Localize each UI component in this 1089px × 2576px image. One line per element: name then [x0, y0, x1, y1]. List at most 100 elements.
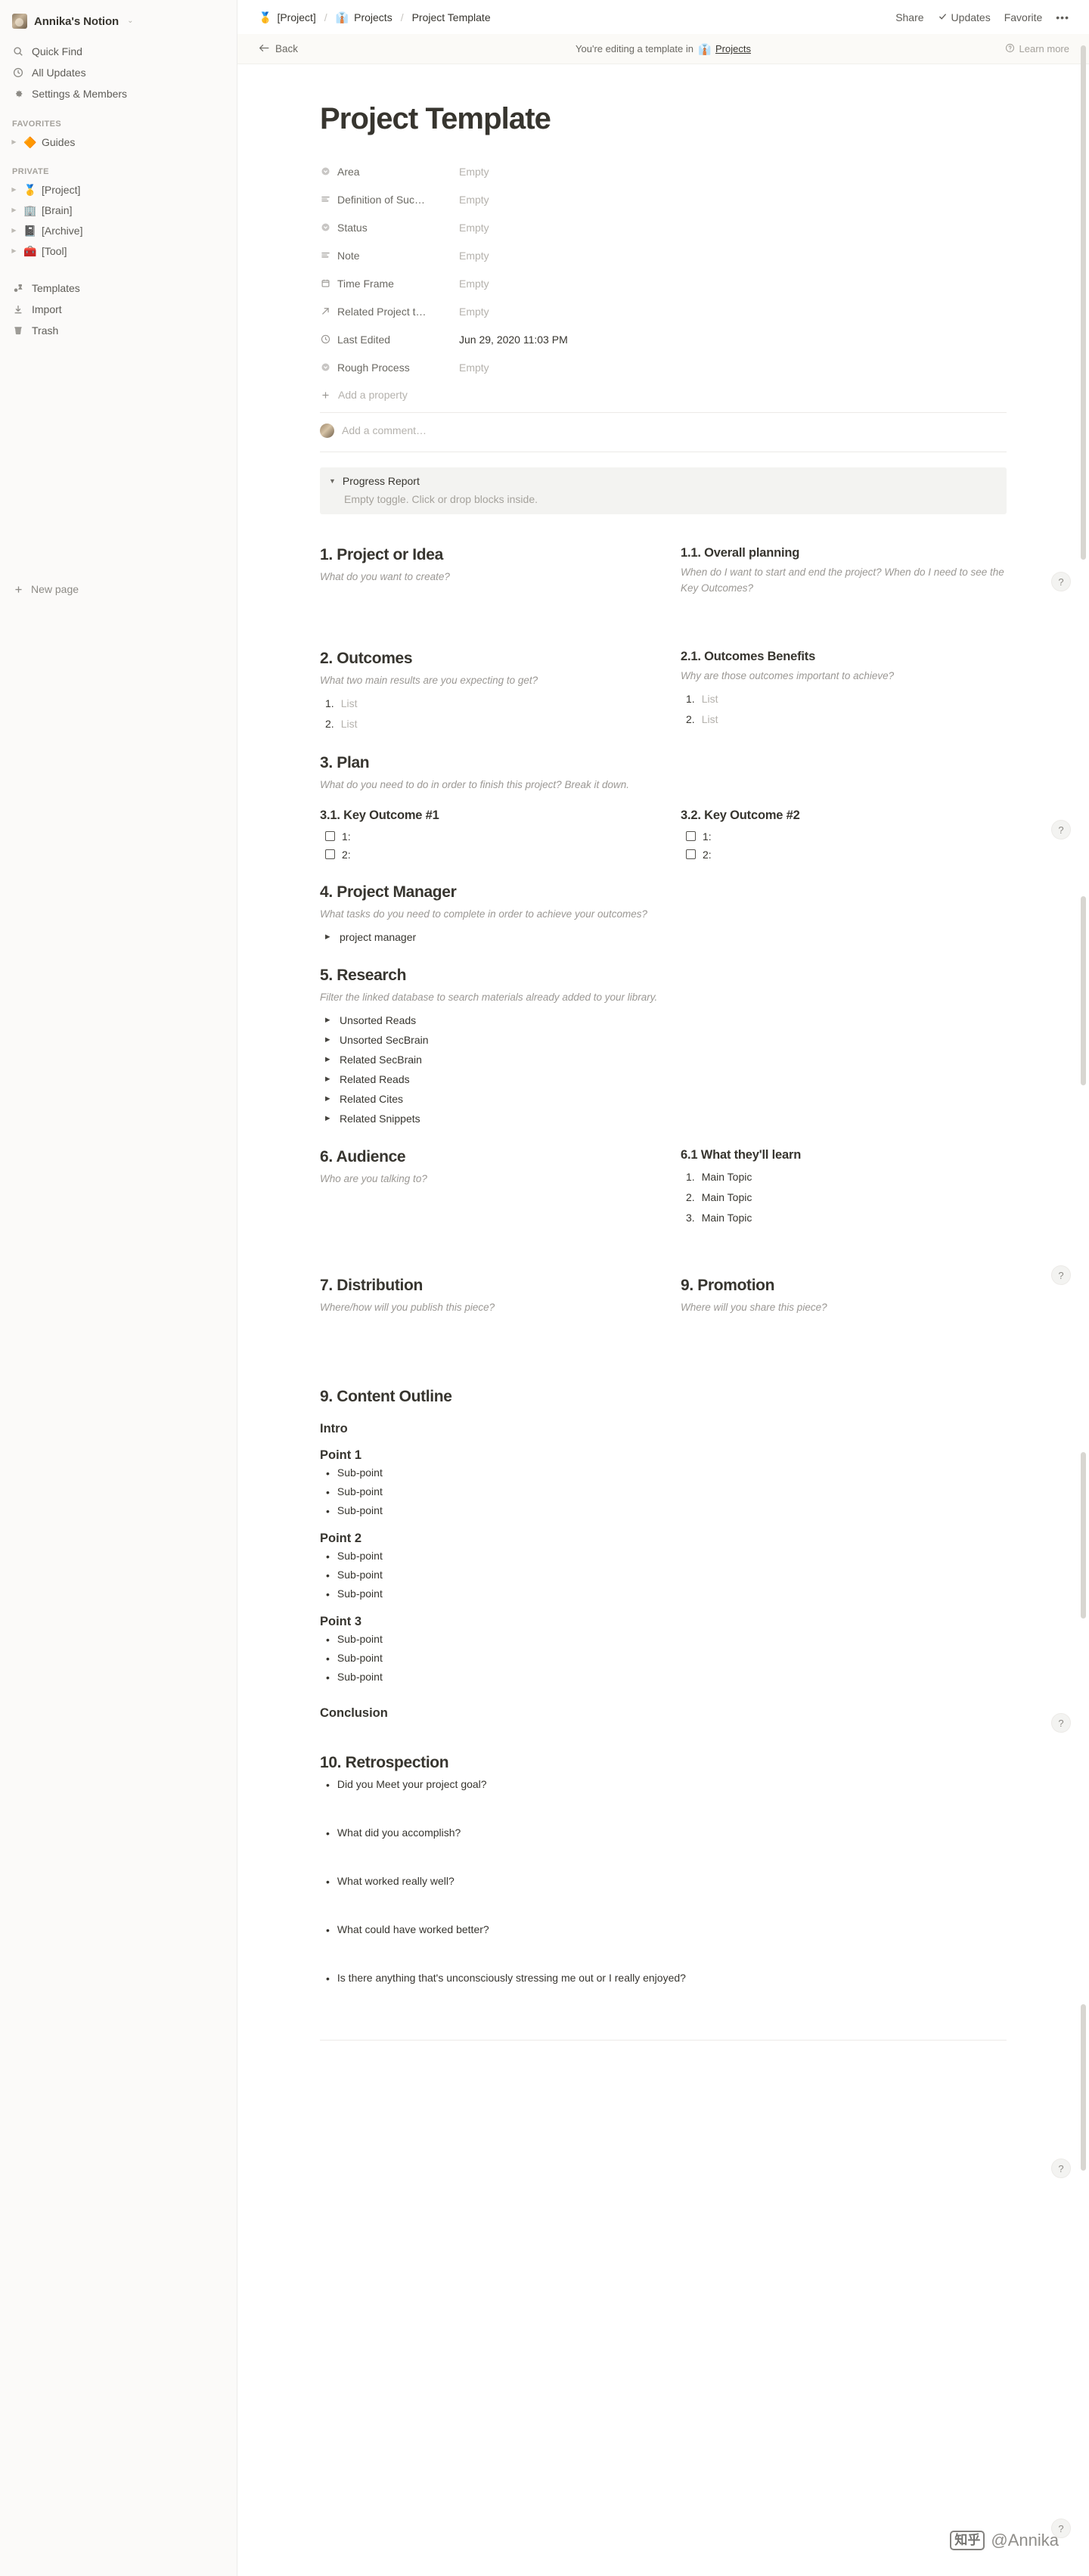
chevron-right-icon[interactable]: ▶	[325, 1056, 332, 1063]
list-item[interactable]: • Did you Meet your project goal?	[320, 1778, 1007, 1826]
list-item[interactable]: 2. Main Topic	[681, 1187, 1007, 1208]
help-button[interactable]: ?	[1051, 1713, 1071, 1733]
list-item[interactable]: • Sub-point	[326, 1566, 1007, 1585]
more-options-icon[interactable]: •••	[1056, 11, 1069, 23]
toggle-header[interactable]: ▼ Progress Report	[329, 475, 997, 487]
list-item[interactable]: • Sub-point	[326, 1464, 1007, 1483]
sidebar-item-tool[interactable]: ▶ 🧰 [Tool]	[0, 241, 237, 261]
property-row-status[interactable]: Status Empty	[320, 213, 1007, 241]
progress-report-toggle-block[interactable]: ▼ Progress Report Empty toggle. Click or…	[320, 467, 1007, 514]
sidebar-item-templates[interactable]: Templates	[0, 278, 237, 299]
property-row-definition-of-success[interactable]: Definition of Suc… Empty	[320, 185, 1007, 213]
toggle-item-unsorted-reads[interactable]: ▶ Unsorted Reads	[320, 1010, 1007, 1030]
help-button[interactable]: ?	[1051, 2159, 1071, 2178]
chevron-right-icon[interactable]: ▶	[10, 186, 18, 193]
scrollbar-thumb[interactable]	[1081, 1452, 1086, 1619]
list-item[interactable]: 1. List	[320, 694, 646, 714]
property-row-last-edited[interactable]: Last Edited Jun 29, 2020 11:03 PM	[320, 325, 1007, 353]
list-item[interactable]: • Sub-point	[326, 1483, 1007, 1502]
page-title[interactable]: Project Template	[320, 102, 1007, 136]
chevron-right-icon[interactable]: ▶	[10, 206, 18, 213]
property-value[interactable]: Empty	[453, 278, 489, 290]
chevron-right-icon[interactable]: ▶	[325, 1075, 332, 1082]
list-item[interactable]: • What worked really well?	[320, 1875, 1007, 1923]
breadcrumb-project[interactable]: 🥇 [Project]	[259, 11, 316, 23]
toggle-item-related-snippets[interactable]: ▶ Related Snippets	[320, 1109, 1007, 1128]
todo-item[interactable]: 1:	[681, 827, 1007, 846]
sidebar-item-project[interactable]: ▶ 🥇 [Project]	[0, 179, 237, 200]
todo-item[interactable]: 1:	[320, 827, 646, 846]
chevron-down-icon[interactable]: ▼	[329, 477, 336, 485]
property-row-time-frame[interactable]: Time Frame Empty	[320, 269, 1007, 297]
chevron-right-icon[interactable]: ▶	[10, 138, 18, 145]
list-item[interactable]: • Sub-point	[326, 1547, 1007, 1566]
favorite-button[interactable]: Favorite	[1004, 11, 1043, 23]
list-item[interactable]: • Sub-point	[326, 1502, 1007, 1521]
chevron-right-icon[interactable]: ▶	[325, 1016, 332, 1023]
list-item[interactable]: 1. Main Topic	[681, 1167, 1007, 1187]
property-row-note[interactable]: Note Empty	[320, 241, 1007, 269]
updates-button[interactable]: Updates	[938, 11, 991, 23]
add-property-button[interactable]: Add a property	[320, 381, 1007, 408]
property-row-area[interactable]: Area Empty	[320, 157, 1007, 185]
workspace-switcher[interactable]: Annika's Notion ⌄	[0, 8, 237, 35]
property-value[interactable]: Empty	[453, 362, 489, 374]
todo-item[interactable]: 2:	[681, 846, 1007, 864]
back-button[interactable]: Back	[259, 43, 298, 55]
property-value[interactable]: Empty	[453, 222, 489, 234]
toggle-item-project-manager[interactable]: ▶ project manager	[320, 927, 1007, 947]
new-page-button[interactable]: New page	[0, 576, 237, 602]
checkbox[interactable]	[686, 831, 696, 842]
sidebar-item-guides[interactable]: ▶ 🔶 Guides	[0, 132, 237, 152]
property-row-rough-process[interactable]: Rough Process Empty	[320, 353, 1007, 381]
breadcrumb-current-page[interactable]: Project Template	[412, 11, 491, 23]
list-item[interactable]: • Sub-point	[326, 1650, 1007, 1668]
property-value[interactable]: Empty	[453, 194, 489, 206]
toggle-item-related-secbrain[interactable]: ▶ Related SecBrain	[320, 1050, 1007, 1069]
learn-more-button[interactable]: Learn more	[1005, 43, 1069, 55]
help-button[interactable]: ?	[1051, 1265, 1071, 1285]
scrollbar-thumb[interactable]	[1081, 45, 1086, 560]
sidebar-item-quick-find[interactable]: Quick Find	[0, 41, 237, 62]
toggle-item-related-reads[interactable]: ▶ Related Reads	[320, 1069, 1007, 1089]
help-button[interactable]: ?	[1051, 820, 1071, 840]
list-item[interactable]: 3. Main Topic	[681, 1208, 1007, 1228]
sidebar-item-brain[interactable]: ▶ 🏢 [Brain]	[0, 200, 237, 220]
list-item[interactable]: • Sub-point	[326, 1585, 1007, 1604]
chevron-right-icon[interactable]: ▶	[325, 933, 332, 940]
toggle-item-related-cites[interactable]: ▶ Related Cites	[320, 1089, 1007, 1109]
add-comment-row[interactable]: Add a comment…	[320, 413, 1007, 448]
list-item[interactable]: 2. List	[681, 709, 1007, 730]
list-item[interactable]: • Sub-point	[326, 1668, 1007, 1687]
chevron-right-icon[interactable]: ▶	[325, 1036, 332, 1043]
scrollbar-thumb[interactable]	[1081, 896, 1086, 1085]
todo-item[interactable]: 2:	[320, 846, 646, 864]
banner-database-link[interactable]: Projects	[715, 43, 751, 54]
property-value[interactable]: Empty	[453, 250, 489, 262]
sidebar-item-archive[interactable]: ▶ 📓 [Archive]	[0, 220, 237, 241]
page-scrollbar[interactable]	[1080, 0, 1086, 2576]
list-item[interactable]: • What did you accomplish?	[320, 1826, 1007, 1875]
property-value[interactable]: Empty	[453, 306, 489, 318]
chevron-right-icon[interactable]: ▶	[325, 1095, 332, 1102]
list-item[interactable]: • Sub-point	[326, 1631, 1007, 1650]
list-item[interactable]: 2. List	[320, 714, 646, 734]
chevron-right-icon[interactable]: ▶	[325, 1115, 332, 1122]
property-row-related-project[interactable]: Related Project t… Empty	[320, 297, 1007, 325]
property-value[interactable]: Empty	[453, 166, 489, 178]
sidebar-item-trash[interactable]: Trash	[0, 320, 237, 341]
breadcrumb-projects[interactable]: 👔 Projects	[336, 11, 392, 23]
sidebar-item-import[interactable]: Import	[0, 299, 237, 320]
toggle-item-unsorted-secbrain[interactable]: ▶ Unsorted SecBrain	[320, 1030, 1007, 1050]
checkbox[interactable]	[325, 849, 335, 860]
sidebar-item-all-updates[interactable]: All Updates	[0, 62, 237, 83]
list-item[interactable]: • What could have worked better?	[320, 1923, 1007, 1972]
list-item[interactable]: • Is there anything that's unconsciously …	[320, 1972, 1007, 2020]
share-button[interactable]: Share	[895, 11, 923, 23]
checkbox[interactable]	[686, 849, 696, 860]
scrollbar-thumb[interactable]	[1081, 2004, 1086, 2171]
help-button[interactable]: ?	[1051, 572, 1071, 591]
chevron-right-icon[interactable]: ▶	[10, 247, 18, 254]
chevron-right-icon[interactable]: ▶	[10, 227, 18, 234]
checkbox[interactable]	[325, 831, 335, 842]
